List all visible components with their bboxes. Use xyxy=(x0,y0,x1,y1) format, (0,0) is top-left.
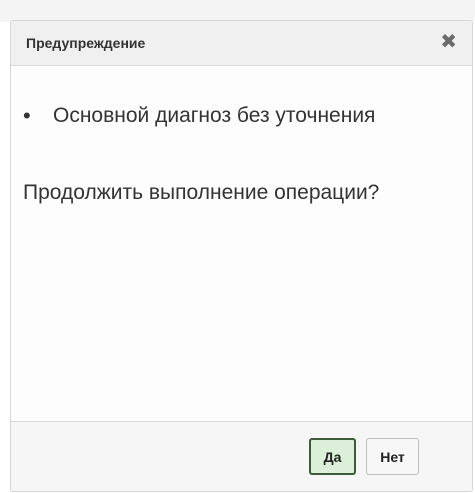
warning-item: • Основной диагноз без уточнения xyxy=(23,102,375,130)
background-strip xyxy=(0,0,475,22)
dialog-title-bar: Предупреждение ✖ xyxy=(11,21,472,66)
dialog-content: • Основной диагноз без уточнения Продолж… xyxy=(11,66,472,421)
yes-button[interactable]: Да xyxy=(309,438,356,475)
close-icon[interactable]: ✖ xyxy=(440,32,457,52)
warning-text: Основной диагноз без уточнения xyxy=(53,104,376,127)
bullet-icon: • xyxy=(23,103,31,128)
warning-list: • Основной диагноз без уточнения xyxy=(23,102,375,130)
warning-dialog: Предупреждение ✖ • Основной диагноз без … xyxy=(10,20,473,492)
no-button[interactable]: Нет xyxy=(366,438,419,475)
dialog-title: Предупреждение xyxy=(26,35,146,51)
dialog-footer: Да Нет xyxy=(11,421,472,491)
confirmation-question: Продолжить выполнение операции? xyxy=(23,181,380,204)
